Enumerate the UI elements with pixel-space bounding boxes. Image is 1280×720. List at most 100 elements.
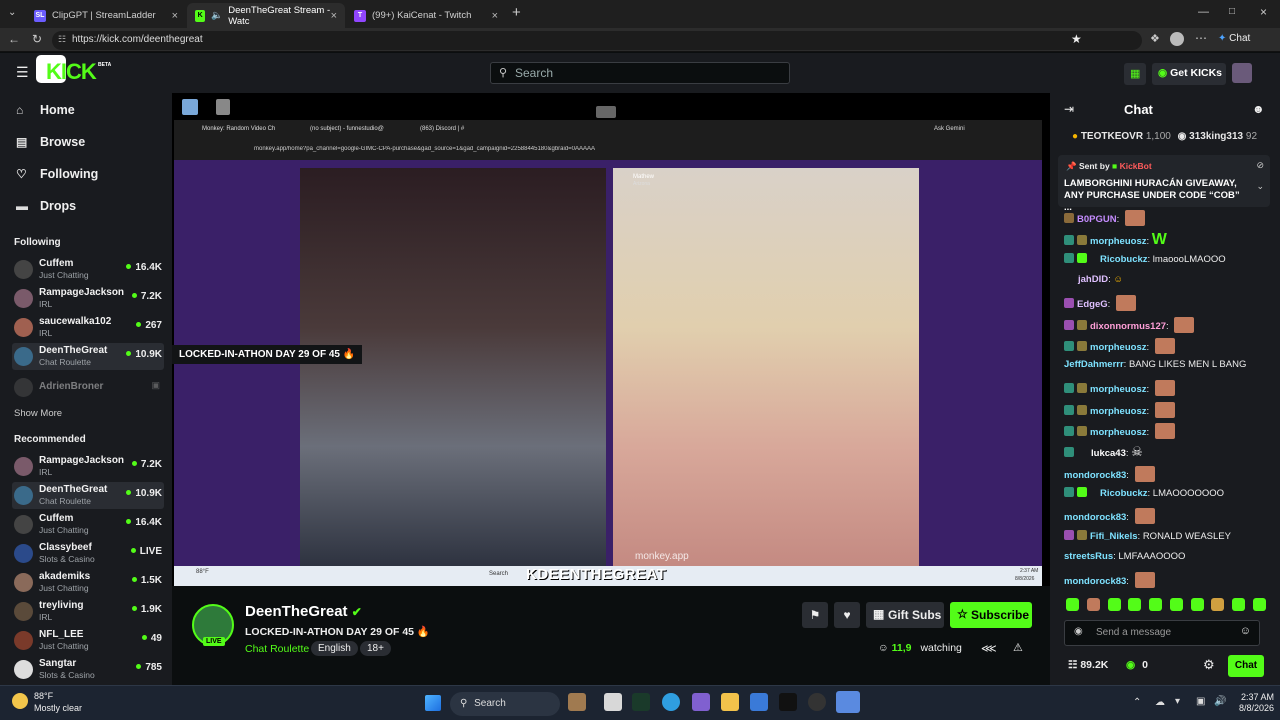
chat-settings-gear-icon[interactable]: ⚙ [1203,657,1215,673]
chat-username[interactable]: B0PGUN [1077,214,1117,225]
gift-subs-button[interactable]: ▦ Gift Subs [866,602,944,628]
chat-username[interactable]: morpheuosz [1090,342,1146,353]
sidebar-rec-cuffem[interactable]: Cuffem Just Chatting 16.4K [12,511,164,538]
emote-icon[interactable] [1128,598,1142,611]
user-avatar[interactable] [1232,63,1252,83]
sidebar-channel-saucewalka102[interactable]: saucewalka102 IRL 267 [12,314,164,341]
chat-username[interactable]: morpheuosz [1090,406,1146,417]
expand-pinned-icon[interactable]: ⌄ [1256,181,1264,192]
system-clock[interactable]: 2:37 AM 8/8/2026 [1234,692,1274,714]
streamer-name[interactable]: DeenTheGreat ✔ [245,603,362,620]
kicks-store-button[interactable]: ▦ [1124,63,1146,85]
minimize-icon[interactable]: — [1198,6,1209,18]
sidebar-channel-deenthegreat[interactable]: DeenTheGreat Chat Roulette 10.9K [12,343,164,370]
nav-drops[interactable]: ▬ Drops [16,199,76,213]
emote-icon[interactable] [1107,598,1121,611]
new-tab-icon[interactable]: + [512,4,521,21]
search-input[interactable]: ⚲ Search [490,62,790,84]
chat-username[interactable]: mondorock83 [1064,470,1126,481]
app-a-icon[interactable] [632,693,650,711]
back-icon[interactable]: ← [8,32,20,46]
sidebar-rec-sangtar[interactable]: Sangtar Slots & Casino 785 [12,656,164,685]
show-more-link[interactable]: Show More [14,408,62,419]
leader-1-user[interactable]: TEOTKEOVR [1081,131,1143,142]
menu-dots-icon[interactable]: ⋯ [1195,31,1207,45]
chat-username[interactable]: jahDID [1078,274,1108,285]
sidebar-channel-adrienbroner[interactable]: AdrienBroner ▣ [12,374,164,401]
close-tab-icon[interactable]: × [331,10,337,22]
emote-icon[interactable] [1190,598,1204,611]
microsoft-store-icon[interactable] [750,693,768,711]
maximize-icon[interactable]: □ [1229,6,1235,17]
leader-2-user[interactable]: 313king313 [1189,131,1243,142]
browser-tab-clipgpt[interactable]: SL ClipGPT | StreamLadder × [26,3,186,28]
nav-home[interactable]: ⌂ Home [16,103,75,117]
obs-icon[interactable] [808,693,826,711]
sidebar-rec-deenthegreat[interactable]: DeenTheGreat Chat Roulette 10.9K [12,482,164,509]
display-icon[interactable]: ▣ [1196,696,1205,707]
tag-mature[interactable]: 18+ [360,641,391,656]
chat-message-input[interactable]: ◉ Send a message ☺ [1064,620,1260,646]
pinned-message[interactable]: 📌 Sent by ■ KickBot LAMBORGHINI HURACÁN … [1058,155,1270,213]
share-icon[interactable]: ⋘ [981,642,997,655]
notification-bell-button[interactable]: ⚑ [802,602,828,628]
chat-username[interactable]: morpheuosz [1090,427,1146,438]
chat-users-icon[interactable]: ☻ [1252,102,1265,116]
sidebar-rec-rampagejackson[interactable]: RampageJackson IRL 7.2K [12,453,164,480]
chat-username[interactable]: dixonnormus127 [1090,321,1166,332]
report-warning-icon[interactable]: ⚠ [1013,641,1023,654]
hamburger-menu-icon[interactable]: ☰ [16,64,29,81]
reload-icon[interactable]: ↻ [32,32,42,46]
browser-tab-kick[interactable]: K 🔈 DeenTheGreat Stream - Watc × [187,3,345,28]
emote-icon[interactable] [1211,598,1225,611]
chat-username[interactable]: mondorock83 [1064,576,1126,587]
volume-icon[interactable]: 🔊 [1214,696,1226,707]
chat-username[interactable]: mondorock83 [1064,512,1126,523]
sidebar-rec-treyliving[interactable]: treyliving IRL 1.9K [12,598,164,625]
file-window-icon[interactable] [604,693,622,711]
emote-icon[interactable] [1252,598,1266,611]
site-info-icon[interactable]: ☷ [58,34,66,45]
tab-list-icon[interactable]: ⌄ [8,7,16,18]
taskbar-search[interactable]: ⚲ Search [450,692,560,716]
copilot-chat-button[interactable]: ✦ Chat [1218,33,1250,44]
emote-icon[interactable] [1149,598,1163,611]
follow-heart-button[interactable]: ♥ [834,602,860,628]
chat-username[interactable]: JeffDahmerrr [1064,359,1124,370]
nav-following[interactable]: ♡ Following [16,167,98,181]
chat-username[interactable]: EdgeG [1077,299,1108,310]
wifi-icon[interactable]: ▾ [1175,696,1180,707]
chat-username[interactable]: streetsRus [1064,551,1113,562]
edge-browser-icon[interactable] [662,693,680,711]
sidebar-rec-classybeef[interactable]: Classybeef Slots & Casino LIVE [12,540,164,567]
extensions-icon[interactable]: ❖ [1150,32,1160,45]
close-tab-icon[interactable]: × [492,10,498,22]
close-tab-icon[interactable]: × [172,10,178,22]
profile-avatar[interactable] [1170,32,1184,46]
browser-tab-twitch[interactable]: T (99+) KaiCenat - Twitch × [346,3,506,28]
speaker-icon[interactable]: 🔈 [211,10,223,21]
close-window-icon[interactable]: × [1260,5,1267,19]
tiktok-icon[interactable] [779,693,797,711]
unpin-icon[interactable]: ⊘ [1256,160,1264,171]
task-view-icon[interactable] [568,693,586,711]
emote-icon[interactable] [1086,598,1100,611]
emote-icon[interactable] [1232,598,1246,611]
chat-username[interactable]: Ricobuckz [1100,488,1148,499]
chat-username[interactable]: lukca43 [1091,448,1126,459]
emoji-picker-icon[interactable]: ☺ [1240,625,1251,637]
tag-language[interactable]: English [311,641,358,656]
bookmark-star-icon[interactable]: ★ [1071,32,1082,46]
subscribe-button[interactable]: ☆ Subscribe [950,602,1032,628]
chat-username[interactable]: Fifi_Nikels [1090,531,1138,542]
emote-icon[interactable] [1066,598,1079,611]
sidebar-channel-rampagejackson[interactable]: RampageJackson IRL 7.2K [12,285,164,312]
url-field[interactable]: ☷ https://kick.com/deenthegreat [52,31,1142,50]
sidebar-rec-nfl-lee[interactable]: NFL_LEE Just Chatting 49 [12,627,164,654]
file-explorer-icon[interactable] [721,693,739,711]
network-icon[interactable]: ☁ [1155,697,1165,708]
chat-identity-icon[interactable]: ◉ [1074,626,1083,637]
send-chat-button[interactable]: Chat [1228,655,1264,677]
chat-username[interactable]: Ricobuckz [1100,254,1148,265]
copilot-app-icon[interactable] [692,693,710,711]
